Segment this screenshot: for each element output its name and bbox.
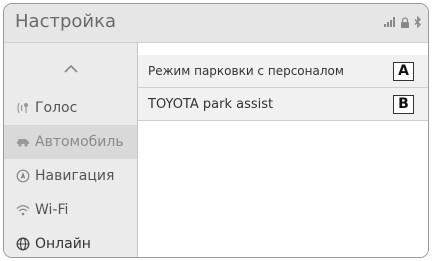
scroll-up-button[interactable] <box>4 43 137 91</box>
sidebar-item-label: Голос <box>35 100 78 116</box>
sidebar-item-online[interactable]: Онлайн <box>4 227 137 257</box>
sidebar-item-label: Онлайн <box>35 236 91 252</box>
sidebar-item-wifi[interactable]: Wi-Fi <box>4 193 137 227</box>
page-title: Настройка <box>15 11 116 32</box>
status-icons <box>384 16 422 28</box>
settings-screen: Настройка Голос Автомобиль Навигация Wi-… <box>3 3 429 258</box>
navigation-icon <box>16 169 30 183</box>
signal-icon <box>384 17 396 27</box>
voice-icon <box>16 101 30 115</box>
sidebar: Голос Автомобиль Навигация Wi-Fi Онлайн <box>4 43 138 257</box>
list-item-park-assist[interactable]: TOYOTA park assist B <box>138 88 428 121</box>
header-bar: Настройка <box>4 4 428 43</box>
sidebar-item-label: Автомобиль <box>35 134 124 150</box>
globe-icon <box>16 237 30 251</box>
wifi-icon <box>16 203 30 217</box>
sidebar-item-label: Wi-Fi <box>35 202 69 218</box>
sidebar-item-label: Навигация <box>35 168 115 184</box>
callout-tag: A <box>393 61 414 81</box>
callout-tag: B <box>393 94 414 114</box>
bluetooth-icon <box>414 16 422 28</box>
list-item-label: TOYOTA park assist <box>148 96 274 112</box>
chevron-up-icon <box>63 58 78 77</box>
list-item-parking-mode[interactable]: Режим парковки с персоналом A <box>138 55 428 88</box>
sidebar-item-vehicle[interactable]: Автомобиль <box>4 125 137 159</box>
lock-icon <box>400 16 410 28</box>
car-icon <box>16 135 30 149</box>
sidebar-item-voice[interactable]: Голос <box>4 91 137 125</box>
list-item-label: Режим парковки с персоналом <box>148 64 344 78</box>
sidebar-item-navigation[interactable]: Навигация <box>4 159 137 193</box>
main-panel: Режим парковки с персоналом A TOYOTA par… <box>138 43 428 257</box>
